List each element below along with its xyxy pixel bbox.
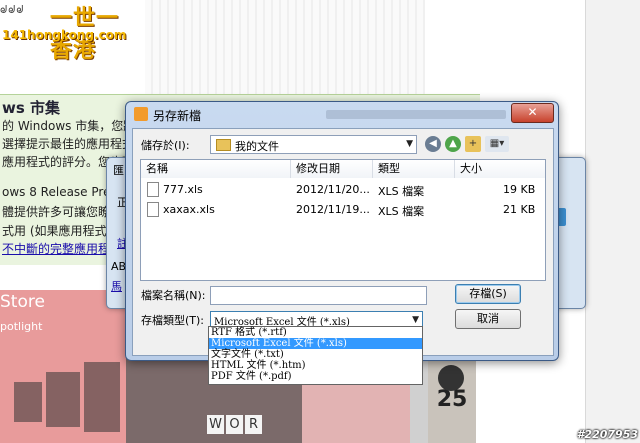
file-name: 777.xls: [163, 183, 203, 196]
chevron-down-icon: ▼: [406, 139, 413, 149]
column-header-date[interactable]: 修改日期: [291, 160, 373, 178]
clock-icon: [438, 365, 464, 391]
column-header-type[interactable]: 類型: [373, 160, 455, 178]
filetype-option[interactable]: HTML 文件 (*.htm): [209, 360, 422, 371]
filetype-option[interactable]: PDF 文件 (*.pdf): [209, 371, 422, 382]
shopping-bags-icon: [14, 352, 124, 442]
back-dialog-link[interactable]: 馬: [111, 278, 122, 294]
article-link[interactable]: 不中斷的完整應用程: [2, 240, 110, 257]
filetype-option-selected[interactable]: Microsoft Excel 文件 (*.xls): [209, 338, 422, 349]
filetype-option[interactable]: 文字文件 (*.txt): [209, 349, 422, 360]
article-line: 選擇提示最佳的應用程式: [2, 137, 135, 151]
filename-input[interactable]: [210, 286, 427, 305]
article-line: ows 8 Release Previ: [2, 185, 121, 199]
article-title: ws 市集: [2, 99, 61, 117]
back-icon[interactable]: ◀: [425, 136, 441, 152]
filename-label: 檔案名稱(N):: [141, 289, 206, 302]
article-line: 體提供許多可讓您瞭: [2, 205, 111, 219]
file-row[interactable]: xaxax.xls 2012/11/19... XLS 檔案 21 KB: [141, 200, 545, 219]
filetype-option[interactable]: RTF 格式 (*.rtf): [209, 327, 422, 338]
save-in-value: 我的文件: [235, 140, 279, 153]
page-right-strip: [585, 0, 640, 443]
back-dialog-item: AB: [111, 260, 127, 273]
save-in-dropdown[interactable]: 我的文件 ▼: [210, 135, 417, 154]
tile-letter: W: [207, 415, 224, 434]
file-row[interactable]: 777.xls 2012/11/20... XLS 檔案 19 KB: [141, 180, 545, 199]
filetype-label: 存檔類型(T):: [141, 314, 205, 327]
column-header-name[interactable]: 名稱: [141, 160, 291, 178]
back-dialog-item: 匯: [113, 164, 124, 177]
file-size: 19 KB: [503, 183, 536, 196]
article-line: 式用 (如果應用程式: [2, 224, 107, 238]
file-type: XLS 檔案: [378, 205, 425, 218]
app-icon: [134, 107, 148, 121]
file-name: xaxax.xls: [163, 203, 215, 216]
article-line: 的 Windows 市集，您將: [2, 119, 136, 133]
new-folder-icon[interactable]: +: [465, 136, 481, 152]
tile-letter: O: [226, 415, 243, 434]
file-date: 2012/11/19...: [296, 203, 370, 216]
dialog-titlebar[interactable]: 另存新檔 ✕: [126, 102, 558, 126]
save-as-dialog: 另存新檔 ✕ 儲存於(I): 我的文件 ▼ ◀ ▲ + ▦▾ 名稱 修改日期 類…: [125, 101, 559, 361]
close-button[interactable]: ✕: [511, 103, 554, 123]
logo-url-text: 141hongkong.com: [2, 28, 127, 42]
background-stripes: [145, 0, 425, 95]
store-title: Store: [0, 292, 45, 312]
column-header-size[interactable]: 大小: [455, 160, 545, 178]
save-in-label: 儲存於(I):: [141, 139, 190, 152]
file-icon: [147, 202, 159, 217]
logo-top-text: ᖙᖙᖙ: [0, 3, 25, 16]
up-folder-icon[interactable]: ▲: [445, 136, 461, 152]
dialog-title: 另存新檔: [153, 109, 202, 123]
view-menu-icon[interactable]: ▦▾: [485, 136, 509, 152]
cancel-button[interactable]: 取消: [455, 309, 521, 329]
store-subtitle: potlight: [0, 320, 43, 333]
file-size: 21 KB: [503, 203, 536, 216]
filetype-dropdown-list[interactable]: RTF 格式 (*.rtf) Microsoft Excel 文件 (*.xls…: [208, 326, 423, 385]
word-game-tile[interactable]: W O R: [207, 415, 262, 434]
save-button[interactable]: 存檔(S): [455, 284, 521, 304]
chevron-down-icon: ▼: [412, 315, 419, 325]
file-date: 2012/11/20...: [296, 183, 370, 196]
site-logo[interactable]: ᖙᖙᖙ 一世一香港 141hongkong.com: [0, 0, 135, 63]
blurred-title-region: [326, 110, 506, 119]
file-type: XLS 檔案: [378, 185, 425, 198]
clock-tile[interactable]: 25: [428, 357, 476, 443]
file-list[interactable]: 名稱 修改日期 類型 大小 777.xls 2012/11/20... XLS …: [140, 159, 546, 281]
tile-letter: R: [245, 415, 262, 434]
file-icon: [147, 182, 159, 197]
watermark: #2207953: [576, 428, 638, 441]
dialog-body: 儲存於(I): 我的文件 ▼ ◀ ▲ + ▦▾ 名稱 修改日期 類型 大小 77…: [132, 128, 554, 356]
folder-icon: [216, 139, 231, 151]
